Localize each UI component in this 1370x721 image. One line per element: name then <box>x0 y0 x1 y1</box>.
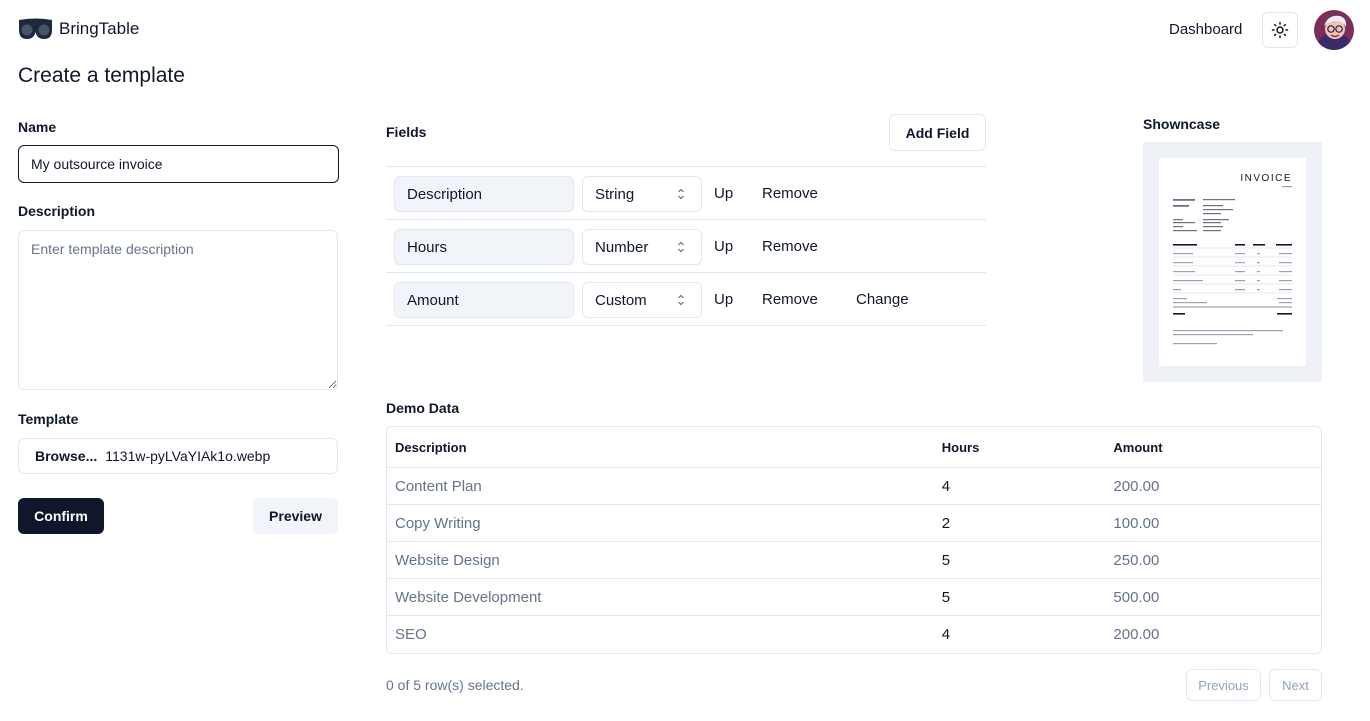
template-label: Template <box>18 411 79 427</box>
invoice-preview-image: INVOICE <box>1159 158 1306 366</box>
name-label: Name <box>18 119 57 135</box>
brand[interactable]: BringTable <box>18 18 139 40</box>
file-name: 1131w-pyLVaYIAk1o.webp <box>105 448 271 464</box>
cell-hours: 5 <box>933 579 1106 616</box>
nav-dashboard-link[interactable]: Dashboard <box>1169 21 1242 38</box>
cell-amount: 100.00 <box>1105 505 1321 542</box>
fields-label: Fields <box>386 124 427 140</box>
field-remove-button[interactable]: Remove <box>762 185 818 202</box>
field-type-value: String <box>595 185 635 203</box>
name-input[interactable] <box>18 145 339 183</box>
field-type-value: Custom <box>595 291 647 309</box>
cell-hours: 4 <box>941 626 951 643</box>
field-up-button[interactable]: Up <box>714 238 733 255</box>
chevrons-up-down-icon <box>678 294 684 306</box>
user-avatar[interactable] <box>1314 10 1354 50</box>
chevrons-up-down-icon <box>678 241 684 253</box>
field-type-select[interactable]: Number <box>582 229 702 265</box>
cell-hours: 4 <box>933 468 1106 505</box>
demo-data-label: Demo Data <box>386 400 460 416</box>
field-name-input[interactable] <box>394 282 574 318</box>
field-type-select[interactable]: String <box>582 176 702 212</box>
column-header-amount[interactable]: Amount <box>1105 427 1321 468</box>
field-row: Custom Up Remove Change <box>386 273 986 326</box>
field-up-button[interactable]: Up <box>714 291 733 308</box>
template-file-input[interactable]: Browse... 1131w-pyLVaYIAk1o.webp <box>18 438 338 474</box>
table-row[interactable]: Copy Writing 2 100.00 <box>387 505 1321 542</box>
page-title: Create a template <box>18 64 185 87</box>
brand-name: BringTable <box>59 19 140 38</box>
invoice-title: INVOICE <box>1240 173 1292 184</box>
browse-button[interactable]: Browse... <box>35 448 97 464</box>
theme-toggle-button[interactable] <box>1262 12 1298 48</box>
field-row: Number Up Remove <box>386 220 986 273</box>
cell-amount: 200.00 <box>1113 626 1160 643</box>
field-remove-button[interactable]: Remove <box>762 238 818 255</box>
field-name-input[interactable] <box>394 229 574 265</box>
table-row[interactable]: Content Plan 4 200.00 <box>387 468 1321 505</box>
cell-amount: 250.00 <box>1105 542 1321 579</box>
cell-description: SEO <box>395 626 427 643</box>
description-input[interactable] <box>18 230 338 390</box>
showcase-label: Showncase <box>1143 116 1221 132</box>
cell-hours: 2 <box>933 505 1106 542</box>
cell-hours: 5 <box>933 542 1106 579</box>
field-remove-button[interactable]: Remove <box>762 291 818 308</box>
column-header-description[interactable]: Description <box>387 427 934 468</box>
field-change-button[interactable]: Change <box>856 291 909 308</box>
cell-description: Content Plan <box>387 468 934 505</box>
description-label: Description <box>18 203 96 219</box>
field-row: String Up Remove <box>386 167 986 220</box>
cell-description: Copy Writing <box>387 505 934 542</box>
cell-description: Website Development <box>387 579 934 616</box>
confirm-button[interactable]: Confirm <box>18 498 104 534</box>
table-row[interactable]: Website Design 5 250.00 <box>387 542 1321 579</box>
sun-icon <box>1271 21 1289 39</box>
demo-data-table: Description Hours Amount Content Plan 4 … <box>386 426 1322 654</box>
add-field-button[interactable]: Add Field <box>889 114 986 151</box>
avatar-image <box>1314 10 1354 50</box>
chevrons-up-down-icon <box>678 188 684 200</box>
field-name-input[interactable] <box>394 176 574 212</box>
cell-description: Website Design <box>387 542 934 579</box>
table-row[interactable]: SEO 4 200.00 <box>387 616 1321 653</box>
app-header: BringTable Dashboard <box>0 0 1370 60</box>
field-type-value: Number <box>595 238 649 256</box>
showcase-preview: INVOICE <box>1143 142 1322 382</box>
previous-page-button[interactable]: Previous <box>1186 669 1261 701</box>
table-header-row: Description Hours Amount <box>387 427 1321 468</box>
fields-list: String Up Remove Number Up Remove Custom… <box>386 166 986 326</box>
cell-amount: 500.00 <box>1105 579 1321 616</box>
field-type-select[interactable]: Custom <box>582 282 702 318</box>
next-page-button[interactable]: Next <box>1269 669 1322 701</box>
field-up-button[interactable]: Up <box>714 185 733 202</box>
column-header-hours[interactable]: Hours <box>933 427 1106 468</box>
logo-icon <box>19 18 52 39</box>
invoice-thumbnail: INVOICE <box>1173 173 1292 345</box>
rows-selected-status: 0 of 5 row(s) selected. <box>386 677 524 693</box>
table-row[interactable]: Website Development 5 500.00 <box>387 579 1321 616</box>
preview-button[interactable]: Preview <box>253 498 338 534</box>
cell-amount: 200.00 <box>1105 468 1321 505</box>
